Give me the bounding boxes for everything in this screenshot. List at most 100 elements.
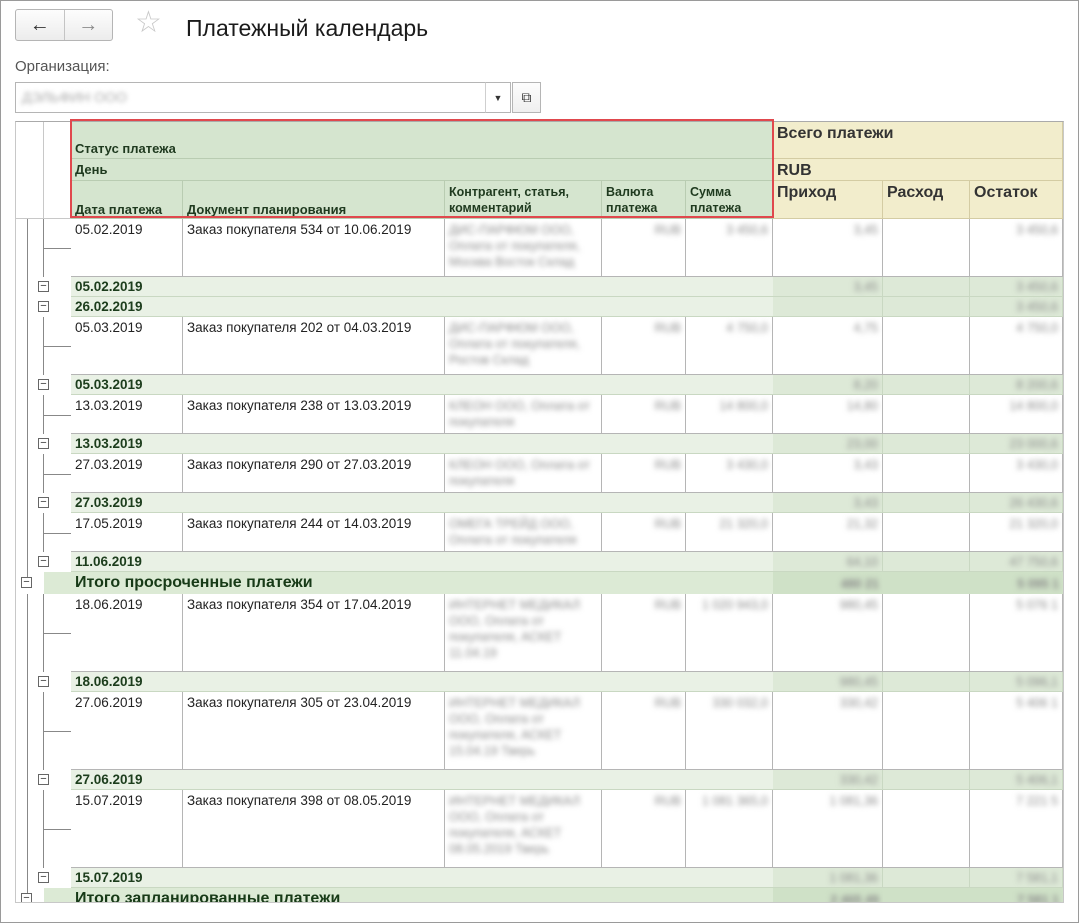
row-contractor[interactable]: ИНТЕРНЕТ МЕДИКАЛ ООО, Оплата от покупате…	[445, 790, 602, 868]
row-date[interactable]: 13.03.2019	[71, 395, 183, 434]
row-contractor[interactable]: ДИС-ПАРФЮМ ООО, Оплата от покупателя, Мо…	[445, 219, 602, 277]
row-date[interactable]: 05.03.2019	[71, 317, 183, 375]
subtotal-day[interactable]: 11.06.2019	[71, 552, 445, 572]
row-expense[interactable]	[883, 317, 970, 375]
row-expense[interactable]	[883, 692, 970, 770]
organization-input[interactable]: ДЭЛЬФИН ООО	[15, 82, 510, 113]
total-row-label[interactable]: Итого запланированные платежи	[71, 888, 445, 902]
row-date[interactable]: 17.05.2019	[71, 513, 183, 552]
total-row-label[interactable]: Итого просроченные платежи	[71, 572, 445, 594]
row-contractor[interactable]: ИНТЕРНЕТ МЕДИКАЛ ООО, Оплата от покупате…	[445, 594, 602, 672]
row-sum[interactable]: 3 430,0	[686, 454, 773, 493]
row-document[interactable]: Заказ покупателя 398 от 08.05.2019	[183, 790, 445, 868]
row-sum[interactable]: 14 800,0	[686, 395, 773, 434]
row-sum[interactable]: 1 020 943,0	[686, 594, 773, 672]
row-balance[interactable]: 3 450,6	[970, 219, 1063, 277]
subtotal-income-text: 980,45	[839, 675, 878, 689]
header-balance: Остаток	[970, 181, 1063, 219]
collapse-day-toggle[interactable]: −	[38, 379, 49, 390]
row-date[interactable]: 27.03.2019	[71, 454, 183, 493]
collapse-day-toggle[interactable]: −	[38, 556, 49, 567]
row-income[interactable]: 14,80	[773, 395, 883, 434]
collapse-day-toggle[interactable]: −	[38, 676, 49, 687]
row-currency[interactable]: RUB	[602, 219, 686, 277]
row-document[interactable]: Заказ покупателя 354 от 17.04.2019	[183, 594, 445, 672]
collapse-day-toggle[interactable]: −	[38, 301, 49, 312]
subtotal-income: 980,45	[773, 672, 883, 692]
row-document[interactable]: Заказ покупателя 238 от 13.03.2019	[183, 395, 445, 434]
row-contractor[interactable]: КЛЕОН ООО, Оплата от покупателя	[445, 454, 602, 493]
row-balance[interactable]: 7 221 5	[970, 790, 1063, 868]
row-balance[interactable]: 3 430,0	[970, 454, 1063, 493]
subtotal-expense	[883, 770, 970, 790]
row-contractor[interactable]: КЛЕОН ООО, Оплата от покупателя	[445, 395, 602, 434]
forward-button[interactable]: →	[63, 10, 113, 40]
row-document[interactable]: Заказ покупателя 244 от 14.03.2019	[183, 513, 445, 552]
row-currency[interactable]: RUB	[602, 454, 686, 493]
row-income[interactable]: 3,45	[773, 219, 883, 277]
collapse-day-toggle[interactable]: −	[38, 872, 49, 883]
collapse-day-toggle[interactable]: −	[38, 281, 49, 292]
row-income[interactable]: 330,42	[773, 692, 883, 770]
collapse-status-toggle[interactable]: −	[21, 577, 32, 588]
row-expense[interactable]	[883, 454, 970, 493]
subtotal-day[interactable]: 15.07.2019	[71, 868, 445, 888]
row-currency[interactable]: RUB	[602, 594, 686, 672]
row-income[interactable]: 4,75	[773, 317, 883, 375]
report-table[interactable]: Статус платежа День Дата платежа Докумен…	[15, 121, 1064, 903]
back-button[interactable]: ←	[16, 10, 64, 40]
subtotal-income-text: 330,42	[839, 773, 878, 787]
row-sum[interactable]: 4 750,0	[686, 317, 773, 375]
row-document[interactable]: Заказ покупателя 534 от 10.06.2019	[183, 219, 445, 277]
row-document[interactable]: Заказ покупателя 305 от 23.04.2019	[183, 692, 445, 770]
row-expense[interactable]	[883, 395, 970, 434]
row-currency[interactable]: RUB	[602, 317, 686, 375]
collapse-status-toggle[interactable]: −	[21, 893, 32, 902]
subtotal-day[interactable]: 05.03.2019	[71, 375, 445, 395]
row-expense[interactable]	[883, 513, 970, 552]
row-income[interactable]: 980,45	[773, 594, 883, 672]
row-sum[interactable]: 21 320,0	[686, 513, 773, 552]
organization-dropdown-button[interactable]: ▼	[485, 82, 511, 113]
organization-open-button[interactable]: ⧉	[512, 82, 541, 113]
row-expense[interactable]	[883, 790, 970, 868]
subtotal-day[interactable]: 13.03.2019	[71, 434, 445, 454]
total-row-balance: 5 095 1	[970, 572, 1063, 594]
row-date[interactable]: 15.07.2019	[71, 790, 183, 868]
row-balance[interactable]: 4 750,0	[970, 317, 1063, 375]
row-currency[interactable]: RUB	[602, 395, 686, 434]
row-balance[interactable]: 5 406 1	[970, 692, 1063, 770]
row-document[interactable]: Заказ покупателя 290 от 27.03.2019	[183, 454, 445, 493]
row-balance[interactable]: 21 320,0	[970, 513, 1063, 552]
collapse-day-toggle[interactable]: −	[38, 497, 49, 508]
row-contractor[interactable]: ИНТЕРНЕТ МЕДИКАЛ ООО, Оплата от покупате…	[445, 692, 602, 770]
row-date[interactable]: 18.06.2019	[71, 594, 183, 672]
subtotal-day[interactable]: 27.06.2019	[71, 770, 445, 790]
row-contractor[interactable]: ОМЕГА ТРЕЙД ООО, Оплата от покупателя	[445, 513, 602, 552]
row-sum[interactable]: 1 081 365,0	[686, 790, 773, 868]
row-date[interactable]: 27.06.2019	[71, 692, 183, 770]
row-sum[interactable]: 3 450,6	[686, 219, 773, 277]
row-currency[interactable]: RUB	[602, 692, 686, 770]
row-date[interactable]: 05.02.2019	[71, 219, 183, 277]
collapse-day-toggle[interactable]: −	[38, 774, 49, 785]
favorite-star-icon[interactable]: ☆	[135, 8, 162, 38]
row-expense[interactable]	[883, 219, 970, 277]
row-contractor[interactable]: ДИС-ПАРФЮМ ООО, Оплата от покупателя, Ро…	[445, 317, 602, 375]
row-balance[interactable]: 14 800,0	[970, 395, 1063, 434]
subtotal-day[interactable]: 05.02.2019	[71, 277, 445, 297]
collapse-day-toggle[interactable]: −	[38, 438, 49, 449]
row-income[interactable]: 1 081,36	[773, 790, 883, 868]
row-expense[interactable]	[883, 594, 970, 672]
row-balance[interactable]: 5 076 1	[970, 594, 1063, 672]
subtotal-day[interactable]: 26.02.2019	[71, 297, 445, 317]
row-document[interactable]: Заказ покупателя 202 от 04.03.2019	[183, 317, 445, 375]
row-income[interactable]: 21,32	[773, 513, 883, 552]
row-sum-text: 1 081 365,0	[701, 794, 768, 808]
row-income[interactable]: 3,43	[773, 454, 883, 493]
row-sum[interactable]: 330 032,0	[686, 692, 773, 770]
row-currency[interactable]: RUB	[602, 790, 686, 868]
subtotal-day[interactable]: 18.06.2019	[71, 672, 445, 692]
row-currency[interactable]: RUB	[602, 513, 686, 552]
subtotal-day[interactable]: 27.03.2019	[71, 493, 445, 513]
